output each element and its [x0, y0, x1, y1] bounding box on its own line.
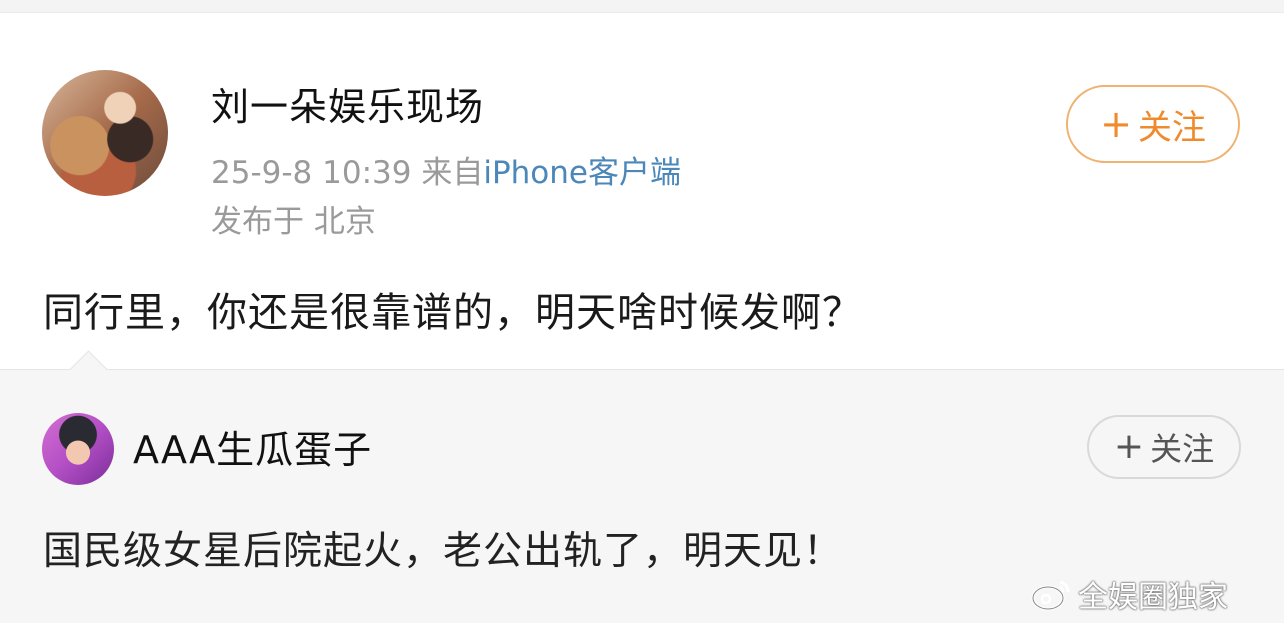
repost-author-name[interactable]: AAA生瓜蛋子	[133, 426, 372, 474]
top-divider	[0, 0, 1284, 13]
watermark-text: 全娱圈独家	[1078, 580, 1228, 615]
repost-follow-label: 关注	[1150, 430, 1215, 468]
weibo-logo-icon	[1031, 580, 1070, 611]
plus-icon: +	[1113, 426, 1145, 467]
watermark: 全娱圈独家	[1030, 572, 1228, 616]
post-text: 同行里，你还是很靠谱的，明天啥时候发啊？	[43, 290, 863, 336]
repost-follow-button[interactable]: + 关注	[1087, 415, 1241, 479]
follow-button[interactable]: + 关注	[1066, 85, 1240, 163]
source-prefix: 来自	[421, 155, 484, 191]
author-avatar[interactable]	[42, 70, 168, 196]
post-location: 发布于 北京	[211, 204, 376, 240]
plus-icon: +	[1100, 102, 1132, 146]
original-post: 刘一朵娱乐现场 25-9-8 10:39 来自iPhone客户端 发布于 北京 …	[0, 13, 1284, 369]
author-name[interactable]: 刘一朵娱乐现场	[211, 83, 484, 131]
follow-label: 关注	[1137, 107, 1206, 148]
source-app-link[interactable]: iPhone客户端	[483, 155, 681, 191]
repost-author-avatar[interactable]	[42, 413, 114, 485]
repost-text: 国民级女星后院起火，老公出轨了，明天见！	[43, 529, 844, 574]
post-meta: 25-9-8 10:39 来自iPhone客户端	[211, 153, 681, 193]
post-time: 25-9-8 10:39	[211, 155, 412, 191]
